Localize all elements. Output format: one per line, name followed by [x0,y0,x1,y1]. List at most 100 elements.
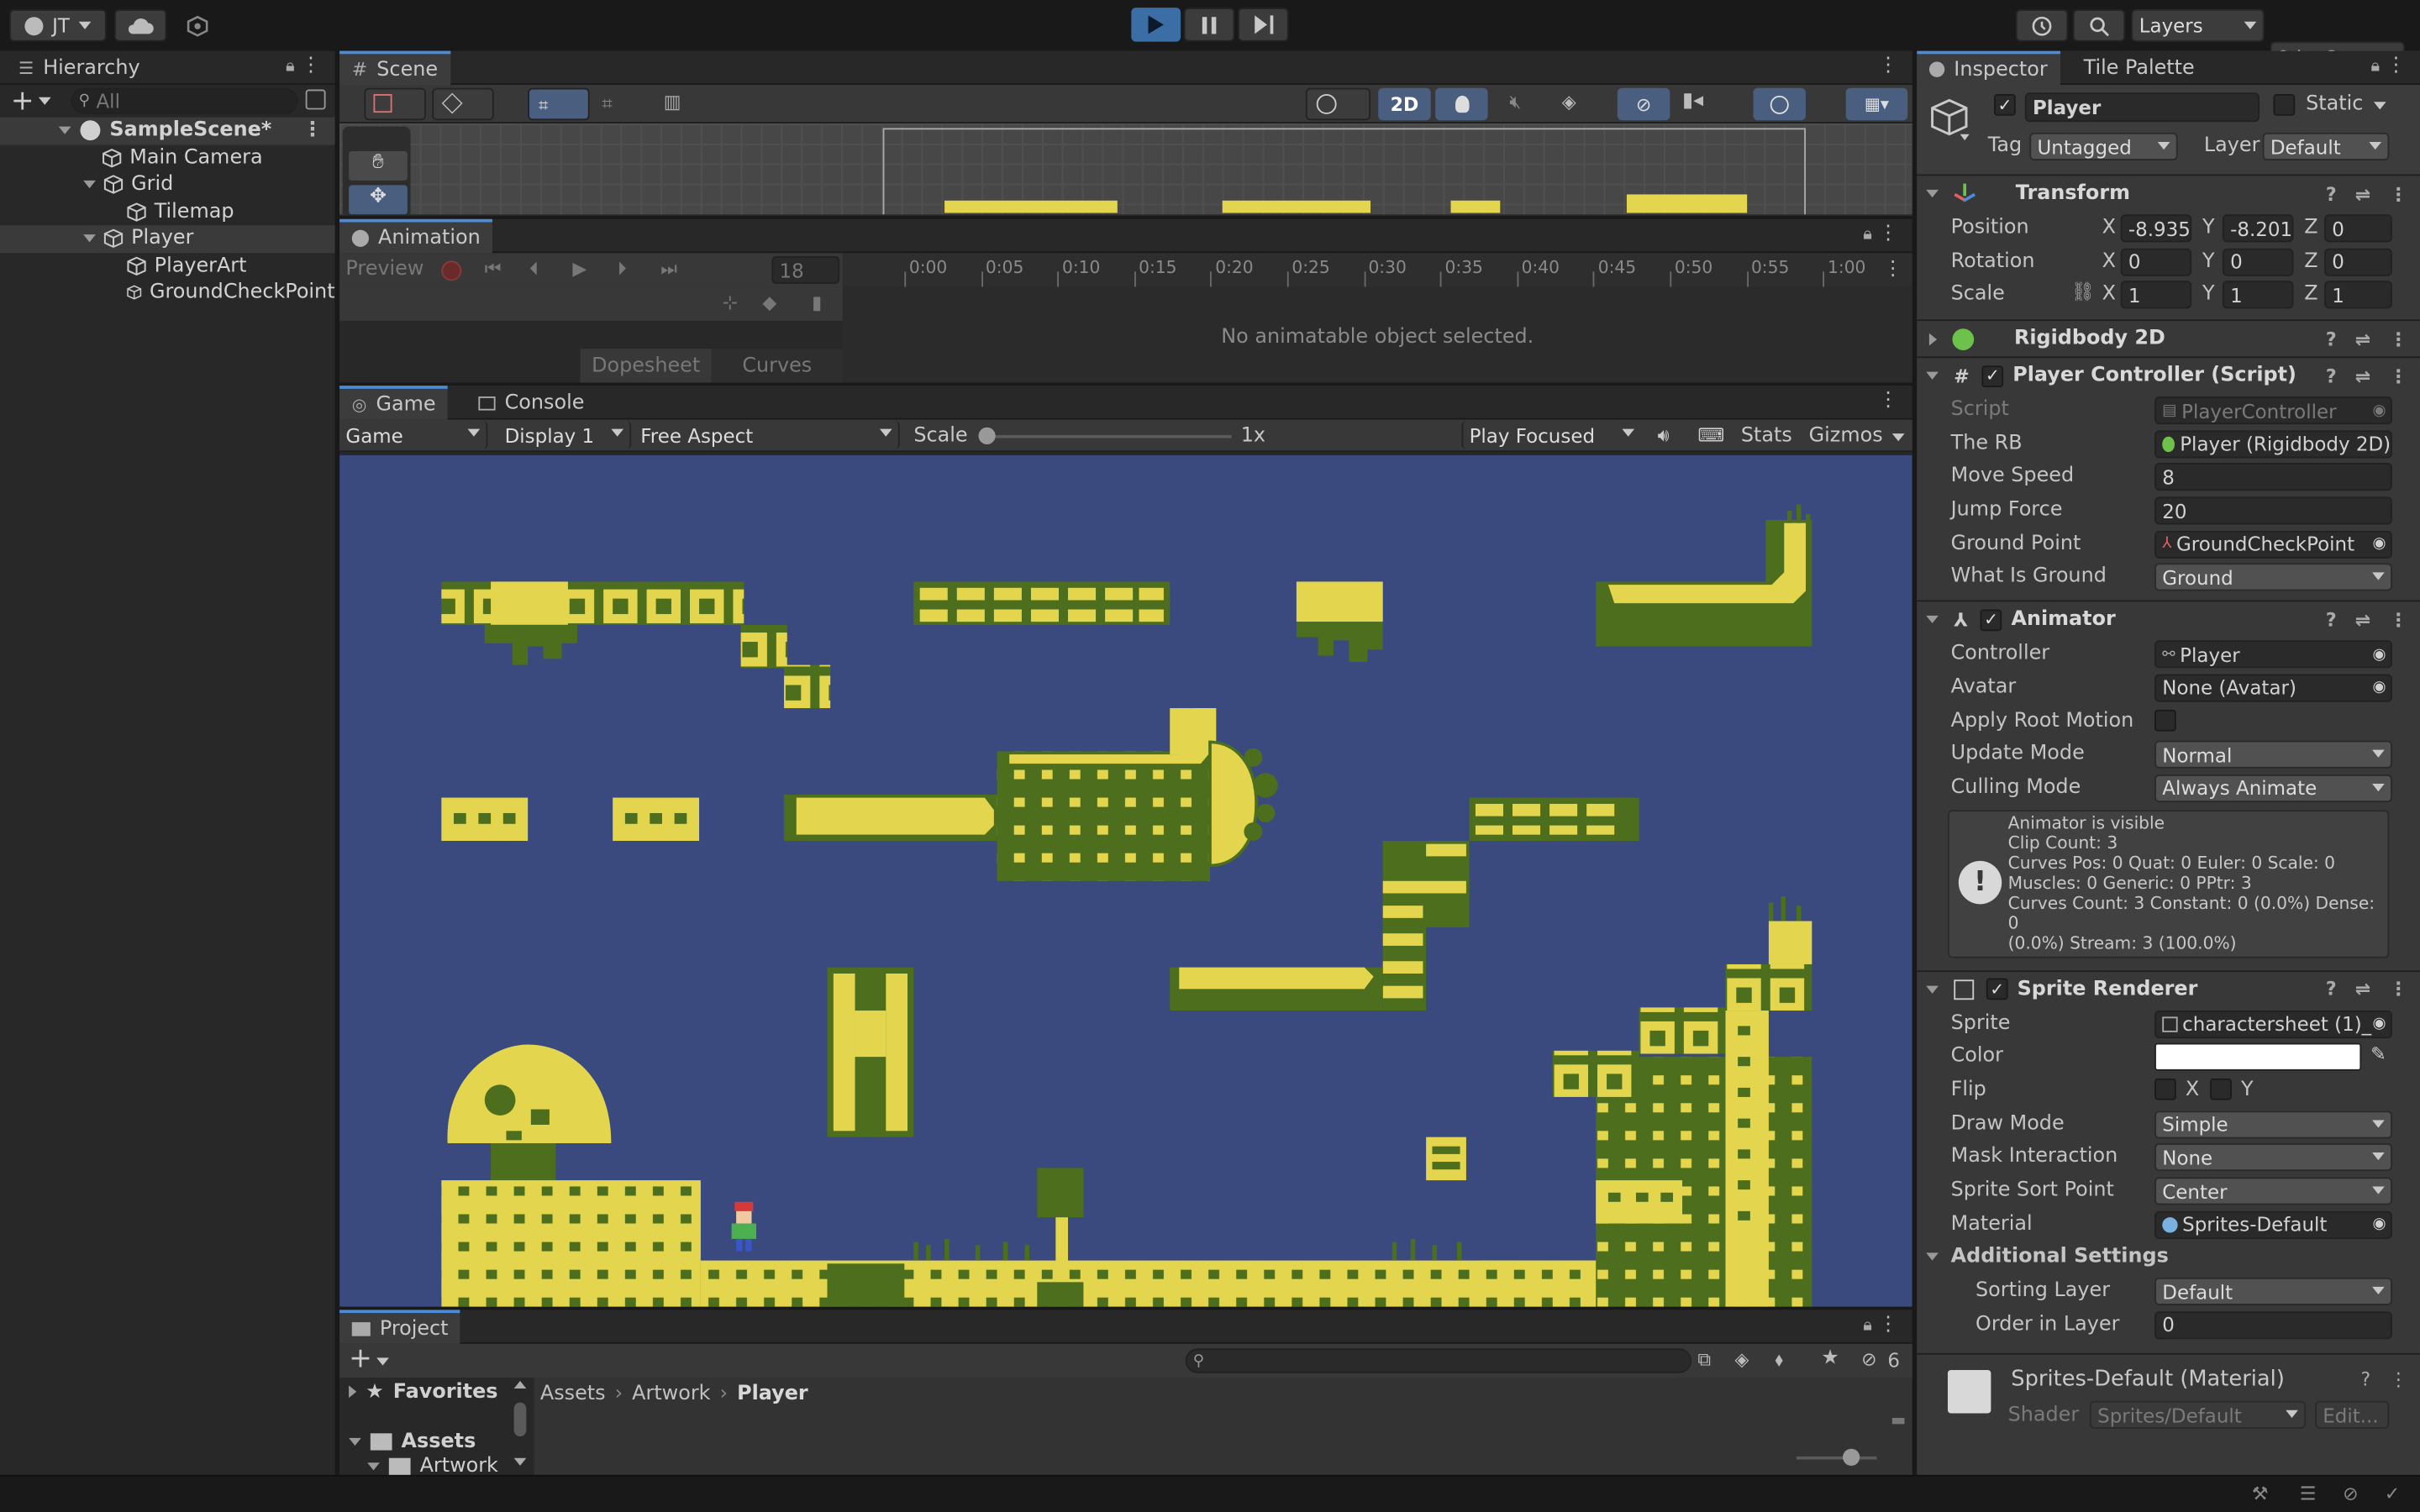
sorting-layer-dropdown[interactable]: Default [2154,1277,2392,1305]
jump-force-field[interactable]: 20 [2154,496,2392,525]
effects-icon[interactable]: ◈ [1562,91,1576,113]
hand-tool-button[interactable]: ✋︎ [349,151,408,181]
draw-mode-button[interactable] [432,87,494,121]
controller-field[interactable]: ⚯ Player ◉ [2154,640,2392,669]
next-keyframe-icon[interactable]: ⏵︎ [618,258,627,281]
filter-icon[interactable]: ⊹ [723,291,738,313]
more-options-icon[interactable]: ⋮ [2389,183,2407,205]
display-dropdown[interactable]: Display 1 [498,421,632,449]
tab-animation[interactable]: Animation [339,218,493,254]
object-name-field[interactable]: Player [2024,92,2260,123]
help-icon[interactable]: ? [2326,328,2337,349]
help-icon[interactable]: ? [2326,979,2337,1000]
scroll-up-icon[interactable] [513,1380,527,1389]
play-button[interactable] [1131,8,1181,42]
position-z-field[interactable]: 0 [2324,214,2392,243]
project-search-input[interactable]: ⚲ [1185,1348,1692,1373]
last-keyframe-icon[interactable]: ⏭ [660,258,677,281]
expand-icon[interactable] [83,181,96,189]
presets-icon[interactable]: ⇌ [2355,328,2370,349]
target-icon[interactable]: ◉ [2373,1216,2386,1233]
animator-header[interactable]: ⅄ ✓ Animator ? ⇌ ⋮ [1917,600,2420,638]
audio-icon[interactable]: 🔇︎ [1509,91,1521,114]
target-icon[interactable]: ◉ [2372,535,2386,554]
order-in-layer-field[interactable]: 0 [2154,1310,2392,1339]
increment-snap-icon[interactable]: ▥ [664,91,681,113]
more-options-icon[interactable]: ⋮ [2386,54,2407,77]
rotation-x-field[interactable]: 0 [2120,248,2192,276]
chevron-down-icon[interactable] [1891,433,1905,442]
overlay-menu-button[interactable]: ▦▾ [1845,87,1908,121]
more-options-icon[interactable]: ⋮ [2389,365,2407,386]
scene-visibility-icon[interactable] [305,89,326,110]
cloud-button[interactable] [113,9,167,42]
flip-y-checkbox[interactable] [2210,1078,2232,1100]
avatar-field[interactable]: None (Avatar) ◉ [2154,674,2392,702]
mute-audio-icon[interactable]: 🔊︎ [1658,424,1670,448]
presets-icon[interactable]: ⇌ [2355,365,2370,386]
component-enabled-checkbox[interactable]: ✓ [1980,608,2002,631]
breadcrumb-item[interactable]: Player [737,1382,808,1405]
move-tool-button[interactable]: ✥ [349,185,408,215]
curves-tab[interactable]: Curves [711,349,843,383]
scale-z-field[interactable]: 1 [2324,281,2392,310]
mode-2d-button[interactable]: 2D [1378,87,1431,121]
more-options-icon[interactable]: ⋮ [1878,389,1898,412]
add-icon[interactable]: + [349,1342,372,1375]
more-options-icon[interactable]: ⋮ [302,119,323,143]
favorites-item[interactable]: ★ Favorites [349,1378,498,1405]
tab-game[interactable]: ◎ Game [339,386,449,420]
target-icon[interactable]: ◉ [2373,680,2386,696]
lock-icon[interactable]: 🔒︎ [286,55,295,77]
help-icon[interactable]: ? [2326,609,2337,631]
game-viewport[interactable] [339,454,1912,1307]
gizmos-button[interactable]: Gizmos [1809,424,1883,448]
root-motion-checkbox[interactable] [2154,708,2176,731]
component-enabled-checkbox[interactable]: ✓ [1981,365,2004,387]
add-event-icon[interactable]: ▮ [812,291,822,313]
target-icon[interactable]: ◉ [2372,1015,2386,1032]
help-icon[interactable]: ? [2326,183,2337,205]
more-options-icon[interactable]: ⋮ [1883,258,1903,281]
tool-handle-button[interactable] [364,87,426,121]
presets-icon[interactable]: ⇌ [2355,183,2370,205]
hidden-objects-button[interactable]: ⊘ [1617,87,1670,121]
tab-scene[interactable]: # Scene [339,50,450,86]
expand-icon[interactable] [83,234,96,243]
edit-shader-button[interactable]: Edit... [2315,1401,2390,1430]
list-item[interactable]: Main Camera [0,144,335,171]
previous-keyframe-icon[interactable]: ⏴︎ [529,258,539,281]
star-icon[interactable]: ★ [1821,1347,1839,1370]
component-enabled-checkbox[interactable]: ✓ [1986,978,2008,1000]
expand-icon[interactable] [349,1385,357,1399]
search-by-type-icon[interactable]: ⧉ [1697,1348,1711,1372]
list-item[interactable]: GroundCheckPoint [0,279,335,306]
list-item[interactable]: PlayerArt [0,252,335,279]
expand-icon[interactable] [367,1462,380,1470]
more-options-icon[interactable]: ⋮ [1878,54,1898,77]
collapse-icon[interactable] [1926,1253,1939,1262]
expand-icon[interactable] [349,1436,361,1446]
search-button[interactable] [2072,9,2126,42]
collab-button[interactable] [176,9,218,42]
move-speed-field[interactable]: 8 [2154,463,2392,491]
add-icon[interactable]: + [11,85,34,118]
presets-icon[interactable]: ⇌ [2355,979,2370,1000]
hidden-packages-icon[interactable]: ⊘ [1861,1348,1876,1370]
keyboard-icon[interactable]: ⌨ [1697,424,1724,446]
active-checkbox[interactable]: ✓ [1994,94,2016,116]
transform-header[interactable]: Transform ? ⇌ ⋮ [1917,174,2420,212]
check-icon[interactable]: ✓ [2385,1483,2400,1504]
scale-slider[interactable] [978,427,1232,444]
more-options-icon[interactable]: ⋮ [2389,979,2407,1000]
color-swatch[interactable] [2154,1043,2362,1072]
stats-button[interactable]: Stats [1741,424,1792,448]
assets-item[interactable]: Assets [349,1427,476,1455]
link-icon[interactable]: ⛓︎ [2071,281,2095,303]
lock-icon[interactable]: 🔒︎ [1863,223,1872,245]
rb-field[interactable]: Player (Rigidbody 2D) [2154,429,2392,458]
timeline-ruler[interactable]: 0:00 0:05 0:10 0:15 0:20 0:25 0:30 0:35 0:40 0:45… [842,253,1912,287]
layer-dropdown[interactable]: Default [2262,132,2390,161]
preview-label[interactable]: Preview [345,258,424,281]
sort-point-dropdown[interactable]: Center [2154,1177,2392,1205]
